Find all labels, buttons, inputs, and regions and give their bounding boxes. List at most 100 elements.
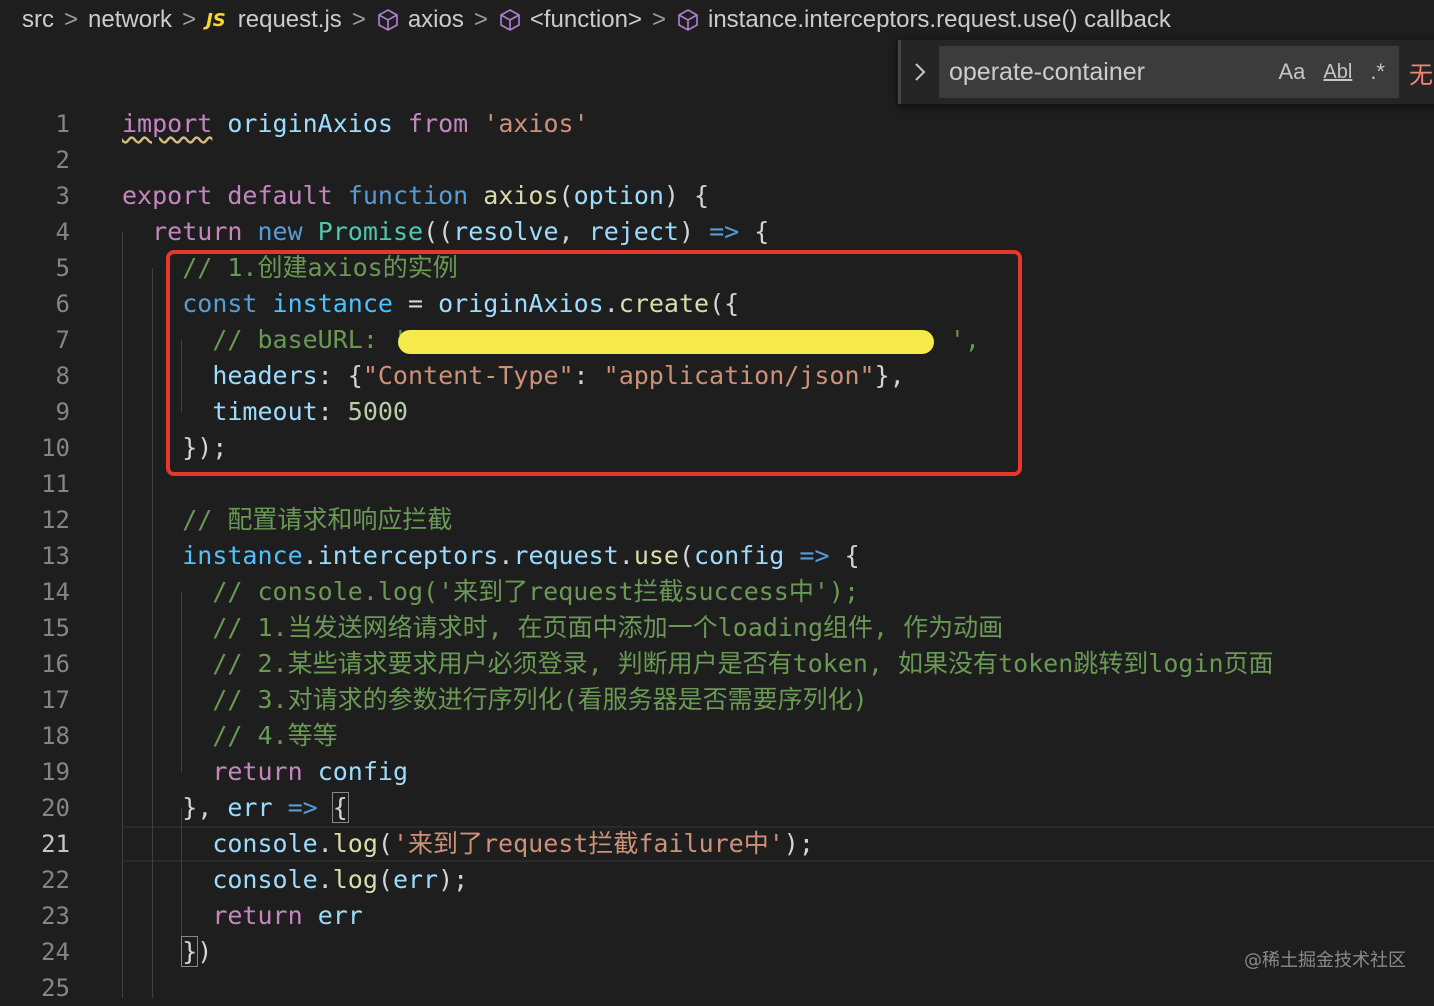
code-line[interactable]: 23 return err [0,898,1434,934]
code-token: config [317,757,408,786]
redaction-mark [398,330,934,354]
chevron-right-icon: > [351,6,366,33]
code-token: ( [377,829,393,858]
line-number: 16 [41,650,70,678]
code-line[interactable]: 21 console.log('来到了request拦截failure中'); [0,826,1434,862]
code-line[interactable]: 18 // 4.等等 [0,718,1434,754]
toggle-replace-button[interactable] [901,60,939,84]
code-line[interactable]: 17 // 3.对请求的参数进行序列化(看服务器是否需要序列化) [0,682,1434,718]
code-line[interactable]: 13 instance.interceptors.request.use(con… [0,538,1434,574]
line-number: 11 [41,470,70,498]
code-line[interactable]: 24 }) [0,934,1434,970]
breadcrumb-axios[interactable]: axios [376,6,464,34]
match-whole-word-toggle[interactable]: Abl [1323,61,1352,84]
code-text: // 配置请求和响应拦截 [122,502,452,538]
code-text: // 2.某些请求要求用户必须登录, 判断用户是否有token, 如果没有tok… [122,646,1273,682]
code-token: option [573,181,664,210]
code-line[interactable]: 12 // 配置请求和响应拦截 [0,502,1434,538]
breadcrumb-label: src [22,6,54,33]
code-token: resolve [453,217,559,246]
line-number: 6 [55,290,70,318]
code-token: (( [423,217,454,246]
line-number: 22 [41,866,70,894]
code-line[interactable]: 4 return new Promise((resolve, reject) =… [0,214,1434,250]
code-token: err [392,865,439,894]
code-line[interactable]: 25 [0,970,1434,1006]
code-token: import [122,109,213,138]
code-token: console [212,829,318,858]
breadcrumb-label: request.js [237,6,342,33]
code-token: log [332,865,378,894]
line-number: 4 [55,218,70,246]
code-editor[interactable]: 1 import originAxios from 'axios' 2 3 export… [0,106,1434,1002]
annotation-highlight-box [166,250,1022,476]
line-number: 25 [41,974,70,1002]
javascript-file-icon: JS [206,9,226,31]
breadcrumb-callback[interactable]: instance.interceptors.request.use() call… [676,6,1171,34]
find-input[interactable] [949,57,1269,87]
line-number: 5 [55,254,70,282]
code-text: console.log(err); [122,862,468,898]
code-token: return [152,217,243,246]
line-number: 10 [41,434,70,462]
code-token: reject [588,217,679,246]
code-token: , [558,217,589,246]
line-number: 23 [41,902,70,930]
code-token: request [513,541,619,570]
watermark: @稀土掘金技术社区 [1244,950,1406,971]
breadcrumb-network[interactable]: network [88,6,172,34]
breadcrumb-src[interactable]: src [22,6,54,34]
code-line[interactable]: 22 console.log(err); [0,862,1434,898]
find-input-container: Aa Abl .* [939,46,1399,98]
code-line[interactable]: 2 [0,142,1434,178]
line-number: 15 [41,614,70,642]
code-token: ( [377,865,393,894]
breadcrumb-label: instance.interceptors.request.use() call… [707,6,1171,33]
code-token: ) [678,217,710,246]
code-token: config [694,541,785,570]
code-token: axios [483,181,559,210]
code-text: return new Promise((resolve, reject) => … [122,214,769,250]
code-line[interactable]: 20 }, err => { [0,790,1434,826]
code-line[interactable]: 3 export default function axios(option) { [0,178,1434,214]
code-token: // 3.对请求的参数进行序列化(看服务器是否需要序列化) [212,685,868,714]
use-regex-toggle[interactable]: .* [1370,59,1385,85]
line-number: 14 [41,578,70,606]
code-token: function [347,181,469,210]
code-line[interactable]: 15 // 1.当发送网络请求时, 在页面中添加一个loading组件, 作为动… [0,610,1434,646]
breadcrumb-file[interactable]: JS request.js [206,6,342,34]
code-line[interactable]: 14 // console.log('来到了request拦截success中'… [0,574,1434,610]
code-text: // console.log('来到了request拦截success中'); [122,574,859,610]
code-token: => [799,541,830,570]
code-token: interceptors [317,541,499,570]
breadcrumb-label: <function> [529,6,642,33]
code-token: console [212,865,318,894]
code-line[interactable]: 16 // 2.某些请求要求用户必须登录, 判断用户是否有token, 如果没有… [0,646,1434,682]
code-text: // 3.对请求的参数进行序列化(看服务器是否需要序列化) [122,682,868,718]
code-text: import originAxios from 'axios' [122,106,589,142]
breadcrumb-function[interactable]: <function> [498,6,642,34]
breadcrumb-label: network [88,6,173,33]
code-token: // 1.当发送网络请求时, 在页面中添加一个loading组件, 作为动画 [212,613,1004,642]
cube-icon [676,8,700,32]
code-line[interactable]: 19 return config [0,754,1434,790]
code-token: export [122,181,213,210]
cube-icon [498,8,522,32]
code-token: return [212,757,303,786]
code-token: ); [783,829,814,858]
match-case-toggle[interactable]: Aa [1278,59,1305,85]
line-number: 17 [41,686,70,714]
code-line[interactable]: 1 import originAxios from 'axios' [0,106,1434,142]
line-number: 8 [55,362,70,390]
